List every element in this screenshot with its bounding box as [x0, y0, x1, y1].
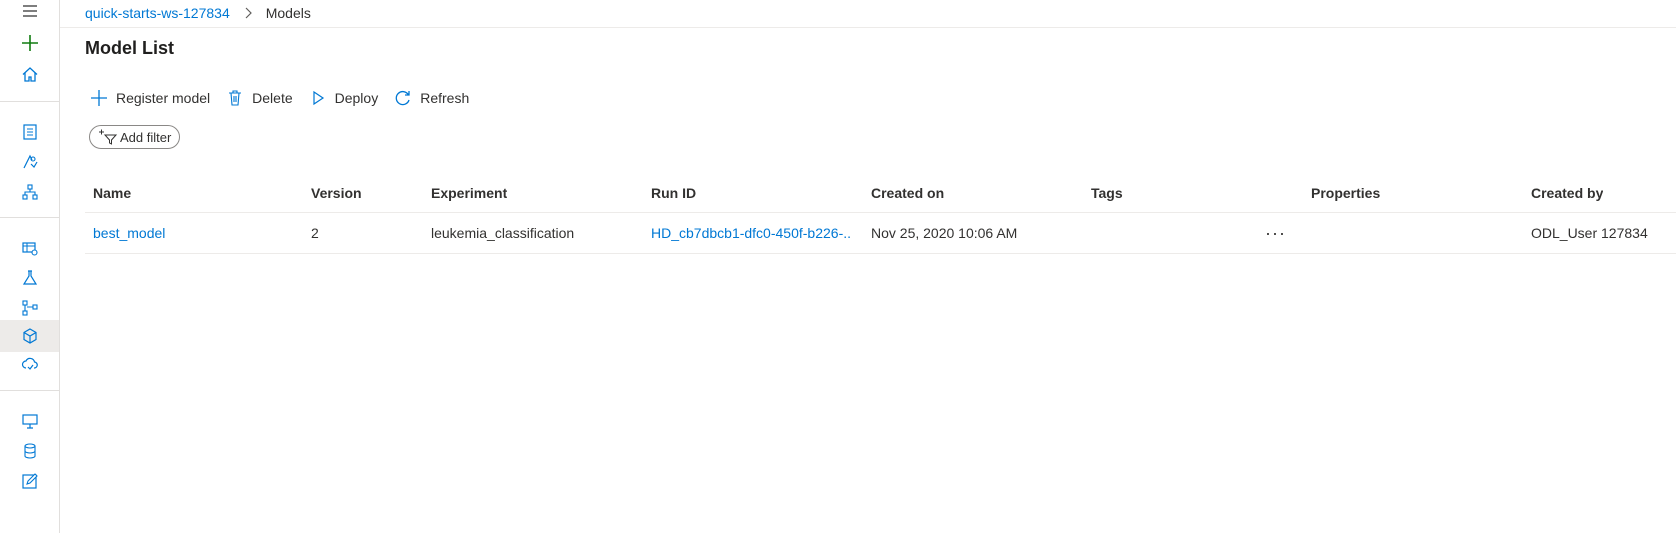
compute-icon[interactable] — [0, 405, 59, 437]
column-header-properties[interactable]: Properties — [1311, 173, 1380, 212]
deploy-button[interactable]: Deploy — [309, 89, 379, 107]
endpoints-icon[interactable] — [0, 348, 59, 380]
trash-icon — [229, 90, 242, 106]
table-header-row: Name Version Experiment Run ID Created o… — [85, 173, 1676, 213]
add-filter-button[interactable]: Add filter — [89, 125, 181, 149]
column-header-version[interactable]: Version — [311, 173, 362, 212]
column-header-tags[interactable]: Tags — [1091, 173, 1123, 212]
datasets-icon[interactable] — [0, 232, 59, 264]
automated-ml-icon[interactable] — [0, 146, 59, 178]
more-options-icon[interactable]: ··· — [1265, 213, 1286, 253]
plus-icon — [91, 90, 107, 106]
register-model-button[interactable]: Register model — [90, 89, 210, 107]
delete-label: Delete — [252, 90, 293, 106]
refresh-icon — [395, 90, 410, 106]
chevron-right-icon — [244, 7, 252, 19]
model-created-by: ODL_User 127834 — [1531, 225, 1648, 241]
notebook-icon[interactable] — [0, 116, 59, 148]
model-created-on: Nov 25, 2020 10:06 AM — [871, 225, 1018, 241]
delete-button[interactable]: Delete — [226, 89, 293, 107]
run-id-link[interactable]: HD_cb7dbcb1-dfc0-450f-b226-... — [651, 213, 851, 253]
add-filter-label: Add filter — [120, 129, 172, 145]
command-bar: Register model Delete Deploy Refresh — [90, 86, 485, 110]
model-version: 2 — [311, 225, 319, 241]
add-filter-icon — [99, 129, 118, 145]
left-nav — [0, 0, 60, 533]
header-divider — [60, 27, 1676, 28]
plus-icon[interactable] — [0, 27, 59, 59]
column-header-created-on[interactable]: Created on — [871, 173, 944, 212]
data-labeling-icon[interactable] — [0, 465, 59, 497]
designer-icon[interactable] — [0, 176, 59, 208]
model-experiment: leukemia_classification — [431, 225, 575, 241]
column-header-run-id[interactable]: Run ID — [651, 173, 696, 212]
hamburger-icon[interactable] — [0, 0, 59, 27]
register-model-label: Register model — [116, 90, 211, 106]
deploy-label: Deploy — [334, 90, 379, 106]
page-title: Model List — [85, 38, 174, 58]
refresh-button[interactable]: Refresh — [394, 89, 469, 107]
breadcrumb-workspace-link[interactable]: quick-starts-ws-127834 — [85, 5, 230, 21]
play-icon — [313, 90, 324, 106]
main-content: quick-starts-ws-127834 Models Model List… — [60, 0, 1676, 533]
refresh-label: Refresh — [420, 90, 470, 106]
column-header-experiment[interactable]: Experiment — [431, 173, 507, 212]
datastores-icon[interactable] — [0, 435, 59, 467]
home-icon[interactable] — [0, 59, 59, 91]
column-header-name[interactable]: Name — [93, 173, 131, 212]
breadcrumb-current: Models — [265, 5, 311, 21]
table-row[interactable]: best_model 2 leukemia_classification HD_… — [85, 213, 1676, 254]
experiments-icon[interactable] — [0, 262, 59, 294]
column-header-created-by[interactable]: Created by — [1531, 173, 1603, 212]
model-name-link[interactable]: best_model — [93, 213, 165, 253]
model-table: Name Version Experiment Run ID Created o… — [85, 173, 1676, 254]
breadcrumb: quick-starts-ws-127834 Models — [85, 3, 311, 23]
